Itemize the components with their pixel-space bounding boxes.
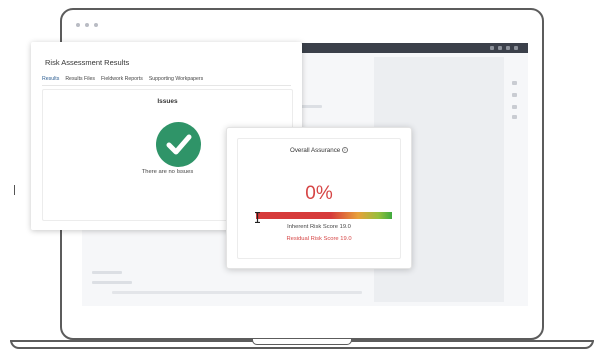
assurance-panel: Overall Assurance i 0% Inherent Risk Sco… xyxy=(237,138,401,259)
assurance-gauge xyxy=(256,212,392,219)
left-edge-marker xyxy=(14,185,15,195)
assurance-title: Overall Assurance i xyxy=(238,147,400,154)
issues-heading: Issues xyxy=(157,98,178,105)
card-title: Risk Assessment Results xyxy=(45,58,130,67)
residual-risk-score: Residual Risk Score 19.0 xyxy=(286,236,352,242)
overall-assurance-card: Overall Assurance i 0% Inherent Risk Sco… xyxy=(226,127,412,269)
window-dots xyxy=(76,23,98,27)
laptop-notch xyxy=(252,339,352,345)
inherent-risk-score: Inherent Risk Score 19.0 xyxy=(287,224,351,230)
gauge-marker-icon xyxy=(255,210,260,224)
check-circle-icon xyxy=(156,122,201,167)
assurance-title-text: Overall Assurance xyxy=(290,147,341,154)
assurance-percentage: 0% xyxy=(305,183,333,204)
tab-divider xyxy=(42,85,291,86)
info-icon[interactable]: i xyxy=(341,147,348,154)
